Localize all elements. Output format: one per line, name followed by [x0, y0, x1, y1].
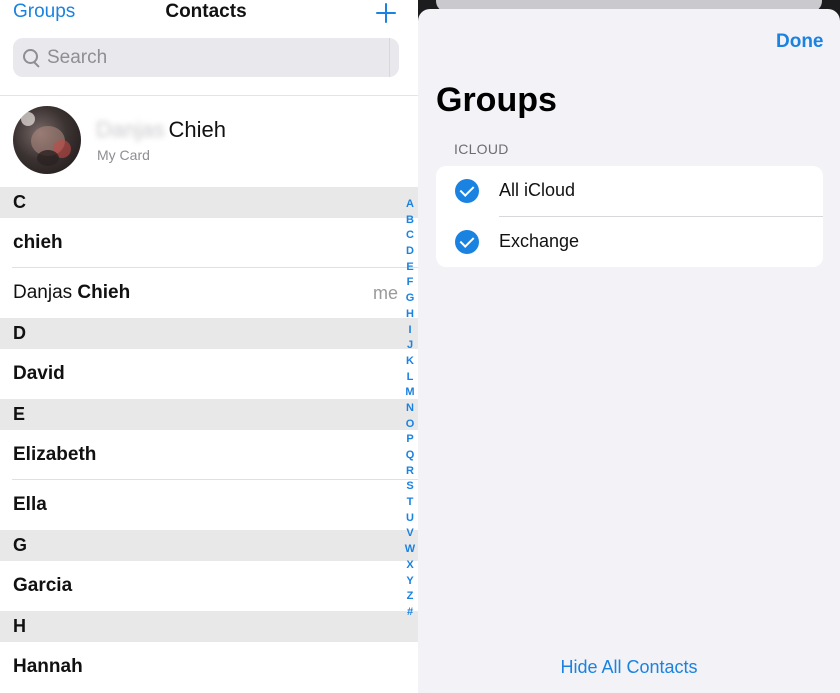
index-letter[interactable]: D — [402, 244, 418, 260]
my-card-row[interactable]: Danjas Chieh My Card — [0, 96, 418, 187]
index-letter[interactable]: U — [402, 511, 418, 527]
contact-name: David — [13, 363, 65, 385]
index-letter[interactable]: O — [402, 417, 418, 433]
section-label-icloud: ICLOUD — [454, 141, 509, 157]
index-letter[interactable]: Q — [402, 448, 418, 464]
contact-list: Cchieh Danjas Chieh me D David E Elizabeth Ella… — [0, 187, 418, 692]
contact-row[interactable]: Ella — [0, 480, 418, 530]
contact-name-part: David — [13, 363, 65, 384]
hide-all-contacts-button[interactable]: Hide All Contacts — [418, 657, 840, 678]
search-divider — [389, 38, 390, 77]
my-card-last-name: Chieh — [168, 117, 226, 142]
contact-name: Hannah — [13, 656, 83, 678]
index-letter[interactable]: J — [402, 338, 418, 354]
plus-icon[interactable] — [374, 1, 398, 25]
index-letter[interactable]: W — [402, 542, 418, 558]
index-letter[interactable]: R — [402, 464, 418, 480]
avatar — [13, 106, 81, 174]
section-letter: H — [13, 616, 26, 636]
index-letter[interactable]: F — [402, 275, 418, 291]
contact-row[interactable]: chieh — [0, 218, 418, 268]
my-card-name: Danjas Chieh — [96, 117, 226, 143]
index-letter[interactable]: N — [402, 401, 418, 417]
contact-name-part: Ella — [13, 494, 47, 515]
contact-name-part: Chieh — [77, 282, 131, 303]
index-letter[interactable]: I — [402, 323, 418, 339]
contact-name: chieh — [13, 232, 63, 254]
index-letter[interactable]: T — [402, 495, 418, 511]
group-label: All iCloud — [499, 180, 576, 200]
contact-row[interactable]: Danjas Chieh me — [0, 268, 418, 318]
index-letter[interactable]: G — [402, 291, 418, 307]
contact-name: Ella — [13, 494, 47, 516]
contacts-pane: Groups Contacts Search Danjas Chieh My Ca… — [0, 0, 418, 693]
index-letter[interactable]: K — [402, 354, 418, 370]
alphabet-index[interactable]: A B C D E F G H I J K L M N O P Q R S T U V W X Y Z # — [402, 197, 418, 621]
section-letter: E — [13, 404, 26, 424]
contacts-title: Contacts — [165, 1, 247, 22]
checkmark-icon — [455, 230, 479, 254]
contact-row[interactable]: Garcia — [0, 561, 418, 611]
search-icon — [23, 49, 41, 67]
section-header: G — [0, 530, 418, 561]
section-header: D — [0, 318, 418, 349]
index-letter[interactable]: M — [402, 385, 418, 401]
section-header: C — [0, 187, 418, 218]
contact-row[interactable]: Elizabeth — [0, 430, 418, 480]
contacts-nav-bar: Groups Contacts — [0, 0, 418, 30]
groups-list: All iCloud Exchange — [436, 166, 823, 267]
group-item-exchange[interactable]: Exchange — [436, 217, 823, 267]
my-card-first-name-blurred: Danjas — [96, 117, 165, 142]
section-letter: G — [13, 535, 28, 555]
section-letter: C — [13, 192, 26, 212]
search-field[interactable]: Search — [13, 38, 399, 77]
contact-name: Danjas Chieh — [13, 282, 130, 304]
page-title: Groups — [436, 81, 557, 119]
my-card-label: My Card — [97, 147, 150, 163]
index-letter[interactable]: X — [402, 558, 418, 574]
section-header: E — [0, 399, 418, 430]
checkmark-icon — [455, 179, 479, 203]
contact-name: Garcia — [13, 575, 72, 597]
index-letter[interactable]: Y — [402, 574, 418, 590]
group-label: Exchange — [499, 231, 580, 251]
groups-modal-backdrop: Done Groups ICLOUD All iCloud Exchange H… — [418, 0, 840, 693]
index-letter[interactable]: Z — [402, 589, 418, 605]
index-letter[interactable]: E — [402, 260, 418, 276]
done-button[interactable]: Done — [776, 31, 824, 53]
group-item-all-icloud[interactable]: All iCloud — [436, 166, 823, 217]
index-letter[interactable]: B — [402, 213, 418, 229]
contact-name-part: Danjas — [13, 282, 78, 303]
index-letter[interactable]: A — [402, 197, 418, 213]
search-placeholder: Search — [47, 47, 108, 68]
contact-row[interactable]: Hannah — [0, 642, 418, 692]
index-letter[interactable]: L — [402, 370, 418, 386]
screen: Groups Contacts Search Danjas Chieh My Ca… — [0, 0, 840, 693]
contact-name-part: Hannah — [13, 656, 83, 677]
index-letter[interactable]: V — [402, 526, 418, 542]
section-letter: D — [13, 323, 26, 343]
me-badge: me — [373, 283, 399, 303]
contact-name-part: Elizabeth — [13, 444, 97, 465]
index-letter[interactable]: P — [402, 432, 418, 448]
section-header: H — [0, 611, 418, 642]
contact-name: Elizabeth — [13, 444, 96, 466]
index-letter[interactable]: C — [402, 228, 418, 244]
contact-row[interactable]: David — [0, 349, 418, 399]
groups-sheet: Done Groups ICLOUD All iCloud Exchange H… — [418, 9, 840, 693]
index-letter[interactable]: S — [402, 479, 418, 495]
index-letter[interactable]: H — [402, 307, 418, 323]
contact-name-part: chieh — [13, 232, 63, 253]
contact-name-part: Garcia — [13, 575, 73, 596]
index-letter[interactable]: # — [402, 605, 418, 621]
